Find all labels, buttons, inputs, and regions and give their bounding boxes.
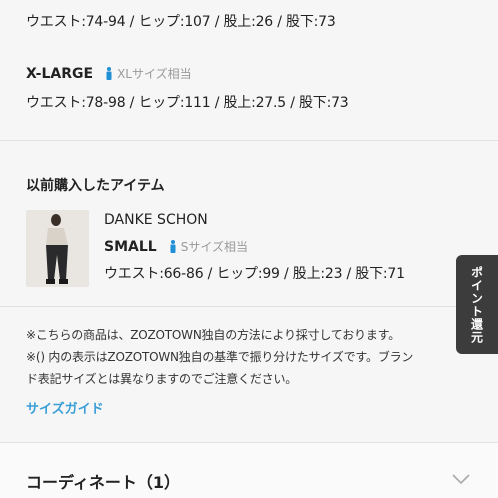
previous-item-equivalent-label: Sサイズ相当	[180, 240, 248, 254]
model-photo-icon	[26, 210, 89, 287]
point-return-label: ポイント還元	[469, 265, 484, 344]
person-icon	[170, 240, 176, 253]
previous-item-equivalent: Sサイズ相当	[169, 238, 248, 255]
previous-item-size-row: SMALL Sサイズ相当	[104, 238, 248, 255]
size-measurements-xlarge: ウエスト:78-98 / ヒップ:111 / 股上:27.5 / 股下:73	[26, 95, 349, 111]
point-return-tab[interactable]: ポイント還元	[456, 255, 498, 354]
size-row-xlarge: X-LARGE XLサイズ相当	[26, 65, 192, 82]
size-equivalent-label: XLサイズ相当	[117, 67, 192, 81]
size-guide-link[interactable]: サイズガイド	[26, 398, 104, 417]
divider	[0, 140, 498, 141]
note-measurement-method: ※こちらの商品は、ZOZOTOWN独自の方法により採寸しております。	[26, 328, 401, 342]
previous-item-thumbnail[interactable]	[26, 210, 89, 287]
size-name: X-LARGE	[26, 65, 94, 82]
previous-item-size: SMALL	[104, 238, 157, 255]
coordinate-label: コーディネート（1）	[26, 473, 181, 492]
previous-item-measurements: ウエスト:66-86 / ヒップ:99 / 股上:23 / 股下:71	[104, 266, 405, 282]
previous-purchase-heading: 以前購入したアイテム	[26, 178, 165, 194]
note-size-standard: ※() 内の表示はZOZOTOWN独自の基準で振り分けたサイズです。ブラン	[26, 350, 414, 364]
size-equivalent: XLサイズ相当	[105, 65, 192, 82]
person-icon	[106, 67, 112, 80]
divider	[0, 306, 498, 307]
note-size-standard-cont: ド表記サイズとは異なりますのでご注意ください。	[26, 372, 298, 386]
chevron-down-icon[interactable]	[452, 474, 470, 485]
size-measurements-large: ウエスト:74-94 / ヒップ:107 / 股上:26 / 股下:73	[26, 14, 336, 30]
previous-item-brand: DANKE SCHON	[104, 212, 208, 228]
coordinate-accordion[interactable]: コーディネート（1）	[0, 443, 498, 498]
